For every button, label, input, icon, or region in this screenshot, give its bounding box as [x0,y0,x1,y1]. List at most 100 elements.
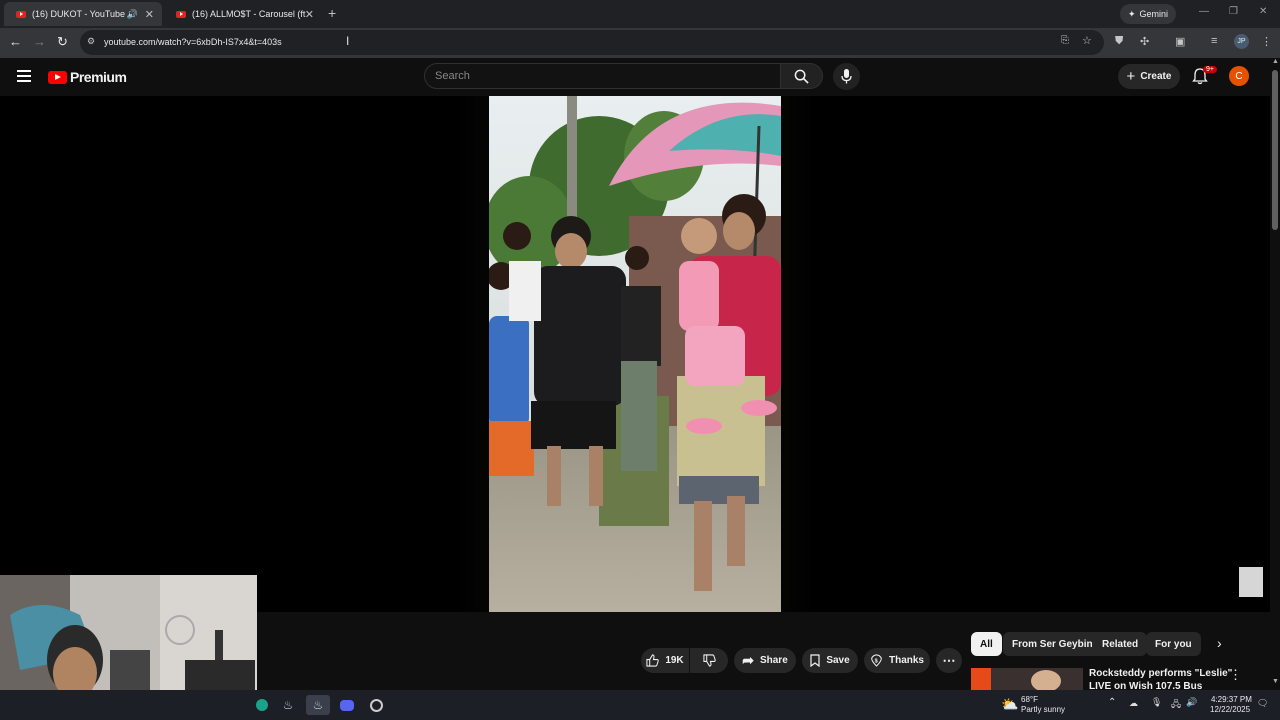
chip-for-you[interactable]: For you [1146,632,1201,656]
recommendation-thumbnail[interactable] [971,668,1083,690]
more-horizontal-icon: ⋯ [942,652,956,668]
windows-taskbar: ♨ ♨ ⛅ 68°F Partly sunny ⌃ ☁ 🎙 🖧 🔊 4:29:3… [0,690,1280,720]
cloud-sync-icon[interactable]: ☁ [1129,698,1138,709]
steam-active-app-icon[interactable]: ♨ [306,695,330,715]
thumbs-up-icon [646,654,660,667]
more-actions-button[interactable]: ⋯ [936,648,962,673]
browser-tab-strip: (16) DUKOT - YouTube 🔊 ✕ (16) ALLMO$T - … [0,0,1280,28]
youtube-header: Premium + Create 9+ C [0,58,1270,96]
maximize-button[interactable]: ❐ [1229,6,1238,17]
back-button[interactable]: ← [9,34,22,49]
discord-app-icon[interactable] [337,695,357,715]
clock-date[interactable]: 12/22/2025 [1210,705,1250,714]
account-avatar[interactable]: C [1229,66,1249,86]
create-label: Create [1140,71,1172,82]
avatar-letter: C [1235,70,1243,82]
search-box[interactable] [424,63,781,89]
speaker-icon[interactable]: 🔊 [127,9,138,20]
youtube-play-logo-icon [48,70,67,84]
chip-related[interactable]: Related [1093,632,1148,656]
chip-all[interactable]: All [971,632,1002,656]
extensions-icon[interactable]: ✣ [1140,35,1149,48]
save-label: Save [826,655,850,666]
weather-partly-sunny-icon[interactable]: ⛅ [1001,696,1018,713]
close-window-button[interactable]: ✕ [1259,6,1267,17]
bookmark-star-icon[interactable]: ☆ [1082,34,1092,47]
like-button[interactable]: 19K [641,648,689,673]
page-scrollbar[interactable]: ▲ ▼ [1270,58,1280,690]
tab-dukot[interactable]: (16) DUKOT - YouTube 🔊 ✕ [4,2,162,26]
volume-icon[interactable]: 🔊 [1186,697,1197,708]
plus-icon: + [1126,68,1136,85]
forward-button[interactable]: → [33,34,46,49]
share-button[interactable]: ➦ Share [734,648,796,673]
text-cursor-icon: I [346,34,350,48]
search-button[interactable] [781,63,823,89]
recommendation-title-line1[interactable]: Rocksteddy performs "Leslie" [1089,668,1232,679]
browser-toolbar: ← → ↻ ⚙ youtube.com/watch?v=6xbDh-IS7x4&… [0,28,1280,58]
video-frame[interactable] [489,96,781,612]
site-info-icon[interactable]: ⚙ [87,36,95,47]
recommendation-menu-icon[interactable]: ⋮ [1229,667,1242,683]
more-menu-icon[interactable]: ⋮ [1261,35,1272,48]
scrollbar-thumb[interactable] [1272,70,1278,230]
search-icon [794,69,809,84]
tab-carousel[interactable]: (16) ALLMO$T - Carousel (ft. Yu ✕ [164,2,322,26]
video-scene-image [489,96,781,612]
hamburger-menu-icon[interactable] [17,70,31,82]
url-text[interactable]: youtube.com/watch?v=6xbDh-IS7x4&t=403s [104,37,282,47]
mini-thumbnail[interactable] [1239,567,1263,597]
gemini-button[interactable]: ✦ Gemini [1120,4,1176,24]
recommendation-title-line2[interactable]: LIVE on Wish 107.5 Bus [1089,681,1202,690]
thanks-label: Thanks [888,655,924,666]
microphone-tray-icon[interactable]: 🎙 [1151,697,1162,708]
sidepanel-icon[interactable]: ▣ [1175,35,1185,48]
share-label: Share [759,655,788,666]
bookmark-icon [810,654,820,667]
chevron-right-icon[interactable]: › [1217,635,1222,651]
sparkle-icon: ✦ [1127,8,1136,19]
logo-text: Premium [70,69,127,85]
profile-avatar[interactable]: JP [1234,34,1249,49]
media-control-icon[interactable]: ≡ [1211,35,1217,47]
minimize-button[interactable]: — [1199,6,1209,17]
close-tab-icon[interactable]: ✕ [305,8,314,21]
thanks-button[interactable]: $ Thanks [864,648,930,673]
clock-time[interactable]: 4:29:37 PM [1211,695,1252,704]
show-hidden-icons-icon[interactable]: ⌃ [1108,697,1116,708]
weather-description[interactable]: Partly sunny [1021,705,1065,714]
install-app-icon[interactable]: ⎘ [1061,35,1069,46]
scroll-up-icon[interactable]: ▲ [1272,58,1279,65]
share-arrow-icon: ➦ [742,652,754,668]
tab-title: (16) DUKOT - YouTube [32,9,126,19]
notification-center-icon[interactable]: 🗨 [1257,698,1268,709]
tab-title: (16) ALLMO$T - Carousel (ft. Yu [192,9,306,19]
notification-badge: 9+ [1203,66,1217,73]
network-icon[interactable]: 🖧 [1171,697,1181,713]
dislike-button[interactable] [690,648,728,673]
svg-text:$: $ [875,658,879,664]
search-input[interactable] [435,70,755,82]
chip-from-ser-geybin[interactable]: From Ser Geybin [1003,632,1102,656]
reload-button[interactable]: ↻ [57,34,68,50]
gemini-label: Gemini [1139,9,1169,19]
close-tab-icon[interactable]: ✕ [145,8,154,21]
save-button[interactable]: Save [802,648,858,673]
thumbs-down-icon [702,654,716,667]
shield-extension-icon[interactable]: ⛊ [1115,35,1123,48]
chip-label: All [980,638,993,650]
steam-app-icon[interactable]: ♨ [278,695,298,715]
edge-app-icon[interactable] [252,695,272,715]
obs-app-icon[interactable] [366,695,386,715]
address-bar[interactable]: ⚙ youtube.com/watch?v=6xbDh-IS7x4&t=403s… [80,30,1104,55]
new-tab-button[interactable]: + [328,5,336,21]
scroll-down-icon[interactable]: ▼ [1272,678,1279,685]
microphone-icon [841,69,852,84]
weather-temperature[interactable]: 68°F [1021,695,1038,704]
create-button[interactable]: + Create [1118,64,1180,89]
voice-search-button[interactable] [833,63,860,90]
youtube-premium-logo[interactable]: Premium [48,69,127,85]
profile-initials: JP [1237,38,1246,45]
like-count: 19K [665,655,684,666]
video-player[interactable] [0,96,1270,612]
